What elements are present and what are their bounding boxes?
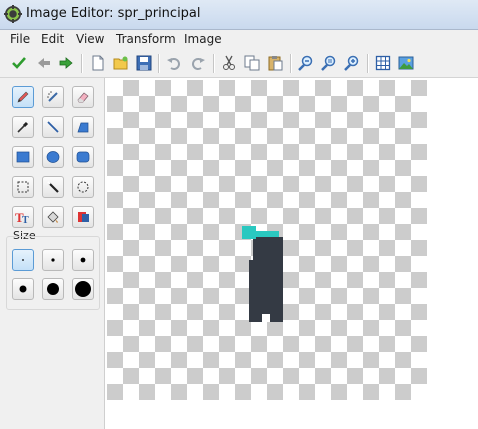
select-tool[interactable] xyxy=(12,176,34,198)
magic-wand-tool[interactable] xyxy=(42,176,64,198)
cut-button[interactable] xyxy=(219,53,239,73)
dot-small-icon xyxy=(51,258,55,262)
undo-button[interactable] xyxy=(164,53,184,73)
brush-size-6[interactable] xyxy=(72,278,94,300)
toolbar-separator xyxy=(158,54,160,73)
pencil-tool[interactable] xyxy=(12,86,34,108)
pencil-icon xyxy=(17,91,29,103)
dropper-icon xyxy=(17,121,29,133)
polygon-icon xyxy=(77,122,89,133)
save-button[interactable] xyxy=(134,53,154,73)
fill-tool[interactable] xyxy=(42,206,64,228)
arrow-left-icon xyxy=(38,58,50,68)
save-icon xyxy=(136,55,152,71)
new-button[interactable] xyxy=(88,53,108,73)
brush-size-3[interactable] xyxy=(72,249,94,271)
game-maker-icon xyxy=(4,5,22,23)
next-button[interactable] xyxy=(56,53,76,73)
menu-transform[interactable]: Transform xyxy=(116,32,176,46)
rectangle-icon xyxy=(16,151,30,163)
toolbar-separator xyxy=(290,54,292,73)
paste-button[interactable] xyxy=(265,53,285,73)
undo-icon xyxy=(167,58,180,70)
tool-panel: TT Size xyxy=(0,78,105,429)
toolbar-separator xyxy=(81,54,83,73)
dot-tiny-icon xyxy=(22,259,24,261)
grid-button[interactable] xyxy=(373,53,393,73)
check-icon xyxy=(12,57,26,69)
paint-bucket-icon xyxy=(47,211,59,223)
canvas-area xyxy=(105,78,478,429)
menu-edit[interactable]: Edit xyxy=(41,32,64,46)
open-folder-icon xyxy=(113,56,128,70)
cut-icon xyxy=(223,55,235,70)
zoom-in-icon xyxy=(344,55,359,71)
paste-icon xyxy=(268,56,283,71)
brush-size-2[interactable] xyxy=(42,249,64,271)
eraser-tool[interactable] xyxy=(72,86,94,108)
toolbar-separator xyxy=(213,54,215,73)
rounded-rectangle-icon xyxy=(76,151,90,163)
image-button[interactable] xyxy=(396,53,416,73)
sprite-body-left xyxy=(249,260,255,322)
copy-button[interactable] xyxy=(242,53,262,73)
rectangle-tool[interactable] xyxy=(12,146,34,168)
dot-large-icon xyxy=(19,285,27,293)
title-bar: Image Editor: spr_principal xyxy=(0,0,478,30)
toolbar xyxy=(0,50,478,78)
new-icon xyxy=(92,55,104,71)
line-tool[interactable] xyxy=(42,116,64,138)
redo-icon xyxy=(192,58,205,70)
confirm-button[interactable] xyxy=(9,53,29,73)
line-icon xyxy=(47,121,59,133)
sprite-accent xyxy=(242,226,256,239)
arrow-right-icon xyxy=(59,57,73,69)
open-button[interactable] xyxy=(111,53,131,73)
window-title: Image Editor: spr_principal xyxy=(26,6,201,21)
previous-button[interactable] xyxy=(34,53,54,73)
brush-size-5[interactable] xyxy=(42,278,64,300)
color-replace-tool[interactable] xyxy=(72,206,94,228)
text-tool[interactable]: TT xyxy=(12,206,34,228)
airbrush-icon xyxy=(47,91,58,102)
image-canvas[interactable] xyxy=(107,80,427,400)
magic-wand-icon xyxy=(47,181,59,193)
sprite-image xyxy=(242,226,283,322)
svg-text:T: T xyxy=(22,215,29,224)
redo-button[interactable] xyxy=(188,53,208,73)
dot-medium-icon xyxy=(80,257,86,263)
selection-icon xyxy=(17,181,29,193)
menu-view[interactable]: View xyxy=(76,32,104,46)
brush-size-4[interactable] xyxy=(12,278,34,300)
eraser-icon xyxy=(77,92,89,103)
color-replace-icon xyxy=(78,212,89,222)
color-picker-tool[interactable] xyxy=(12,116,34,138)
brush-size-1[interactable] xyxy=(12,249,34,271)
dot-xxlarge-icon xyxy=(75,281,91,297)
toolbar-separator xyxy=(367,54,369,73)
grid-icon xyxy=(375,55,391,71)
spray-tool[interactable] xyxy=(42,86,64,108)
zoom-reset-icon xyxy=(321,55,336,71)
menu-image[interactable]: Image xyxy=(184,32,222,46)
sprite-body xyxy=(253,237,283,322)
ellipse-selection-icon xyxy=(77,181,89,193)
dot-xlarge-icon xyxy=(47,283,59,295)
copy-icon xyxy=(244,55,260,71)
menu-bar: File Edit View Transform Image xyxy=(0,30,478,49)
menu-file[interactable]: File xyxy=(10,32,30,46)
zoom-out-icon xyxy=(298,55,313,71)
image-icon xyxy=(398,56,414,70)
sprite-feet-gap xyxy=(262,314,270,322)
sprite-accent-tip xyxy=(256,231,279,237)
ellipse-icon xyxy=(46,151,60,163)
ellipse-tool[interactable] xyxy=(42,146,64,168)
rounded-rectangle-tool[interactable] xyxy=(72,146,94,168)
zoom-out-button[interactable] xyxy=(296,53,316,73)
zoom-reset-button[interactable] xyxy=(319,53,339,73)
ellipse-select-tool[interactable] xyxy=(72,176,94,198)
text-icon: TT xyxy=(15,210,29,224)
polygon-tool[interactable] xyxy=(72,116,94,138)
zoom-in-button[interactable] xyxy=(342,53,362,73)
